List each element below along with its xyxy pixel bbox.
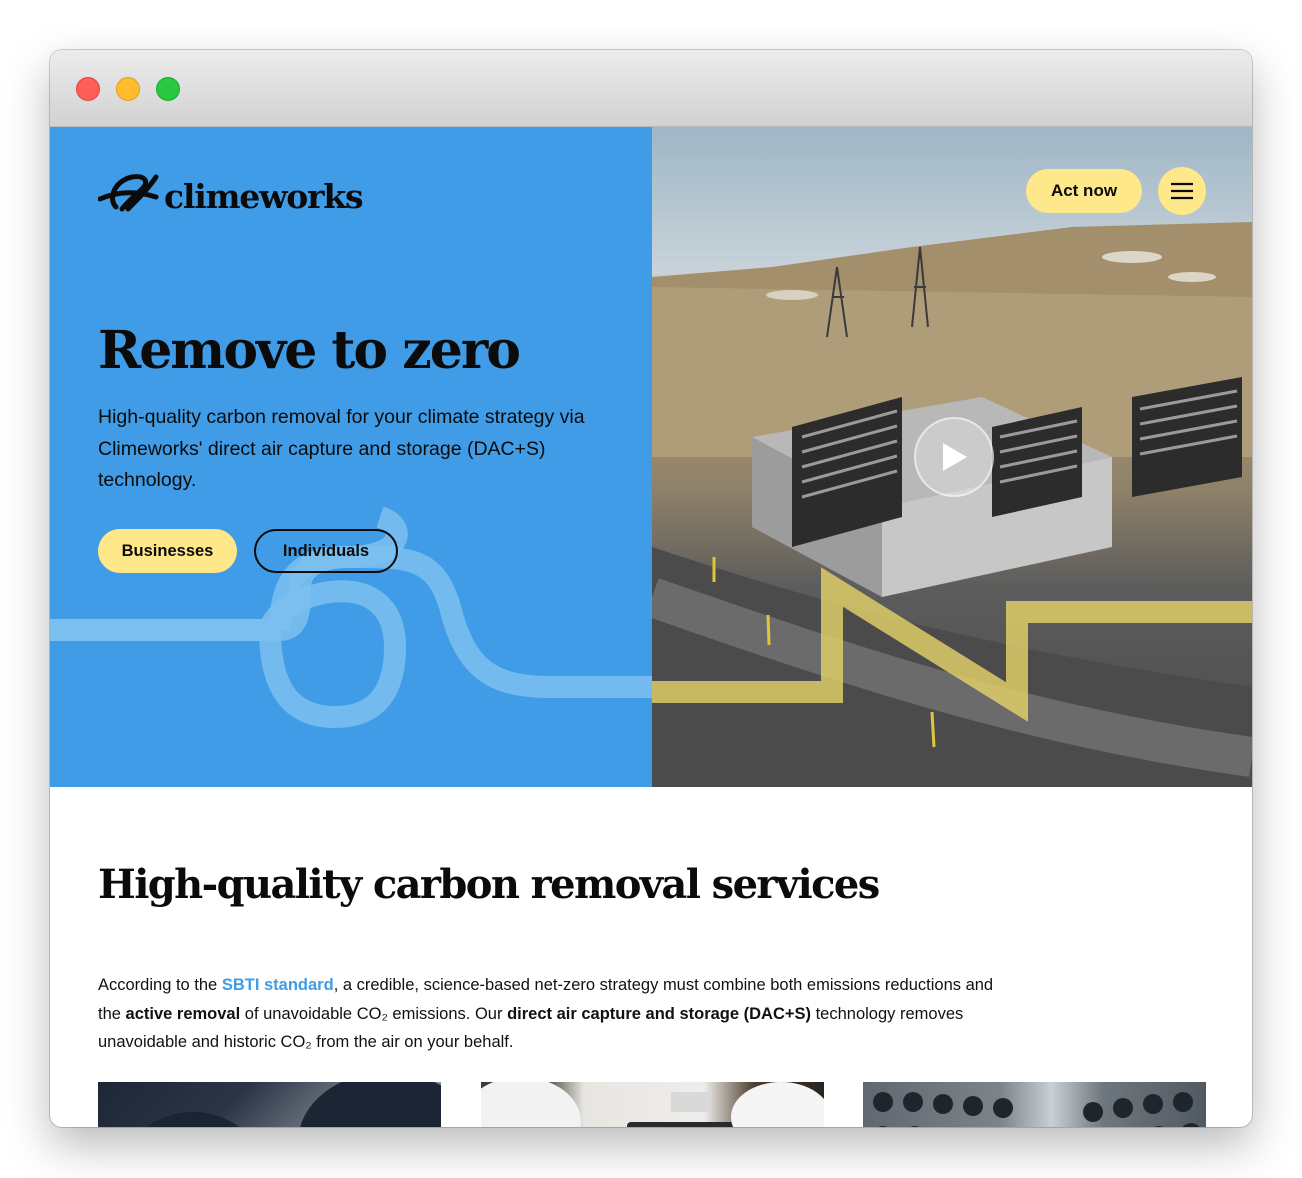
services-text-1: According to the bbox=[98, 976, 222, 994]
minimize-window-button[interactable] bbox=[116, 77, 140, 101]
hamburger-menu-icon bbox=[1171, 182, 1193, 200]
close-window-button[interactable] bbox=[76, 77, 100, 101]
browser-window: climeworks Remove to zero High-quality c… bbox=[50, 50, 1252, 1127]
video-play-button[interactable] bbox=[914, 417, 994, 497]
service-card-image-1[interactable] bbox=[98, 1082, 441, 1127]
businesses-button[interactable]: Businesses bbox=[98, 529, 237, 573]
card-photo-engineers bbox=[481, 1082, 824, 1127]
logo-wordmark: climeworks bbox=[164, 177, 364, 216]
card-photo-fans bbox=[873, 1092, 1200, 1127]
play-icon bbox=[943, 443, 967, 471]
zoom-window-button[interactable] bbox=[156, 77, 180, 101]
services-title: High-quality carbon removal services bbox=[98, 861, 880, 908]
card-photo-hands bbox=[146, 1082, 441, 1127]
sbti-standard-link[interactable]: SBTI standard bbox=[222, 976, 334, 994]
act-now-button[interactable]: Act now bbox=[1026, 169, 1142, 213]
active-removal-text: active removal bbox=[125, 1004, 241, 1023]
service-card-image-3[interactable] bbox=[863, 1082, 1206, 1127]
page-viewport: climeworks Remove to zero High-quality c… bbox=[50, 127, 1252, 1127]
window-titlebar bbox=[50, 50, 1252, 127]
menu-button[interactable] bbox=[1158, 167, 1206, 215]
hero-subtitle: High-quality carbon removal for your cli… bbox=[98, 406, 585, 491]
services-description: According to the SBTI standard, a credib… bbox=[98, 971, 998, 1057]
services-text-3: of unavoidable CO₂ emissions. Our bbox=[240, 1004, 508, 1023]
climeworks-swirl-logo-icon bbox=[98, 174, 159, 212]
climeworks-logo[interactable]: climeworks bbox=[98, 169, 364, 216]
service-card-image-2[interactable] bbox=[481, 1082, 824, 1127]
hero-panel: climeworks Remove to zero High-quality c… bbox=[50, 127, 652, 787]
dac-s-text: direct air capture and storage (DAC+S) bbox=[507, 1004, 812, 1023]
individuals-button[interactable]: Individuals bbox=[254, 529, 398, 573]
hero-title: Remove to zero bbox=[98, 320, 521, 381]
